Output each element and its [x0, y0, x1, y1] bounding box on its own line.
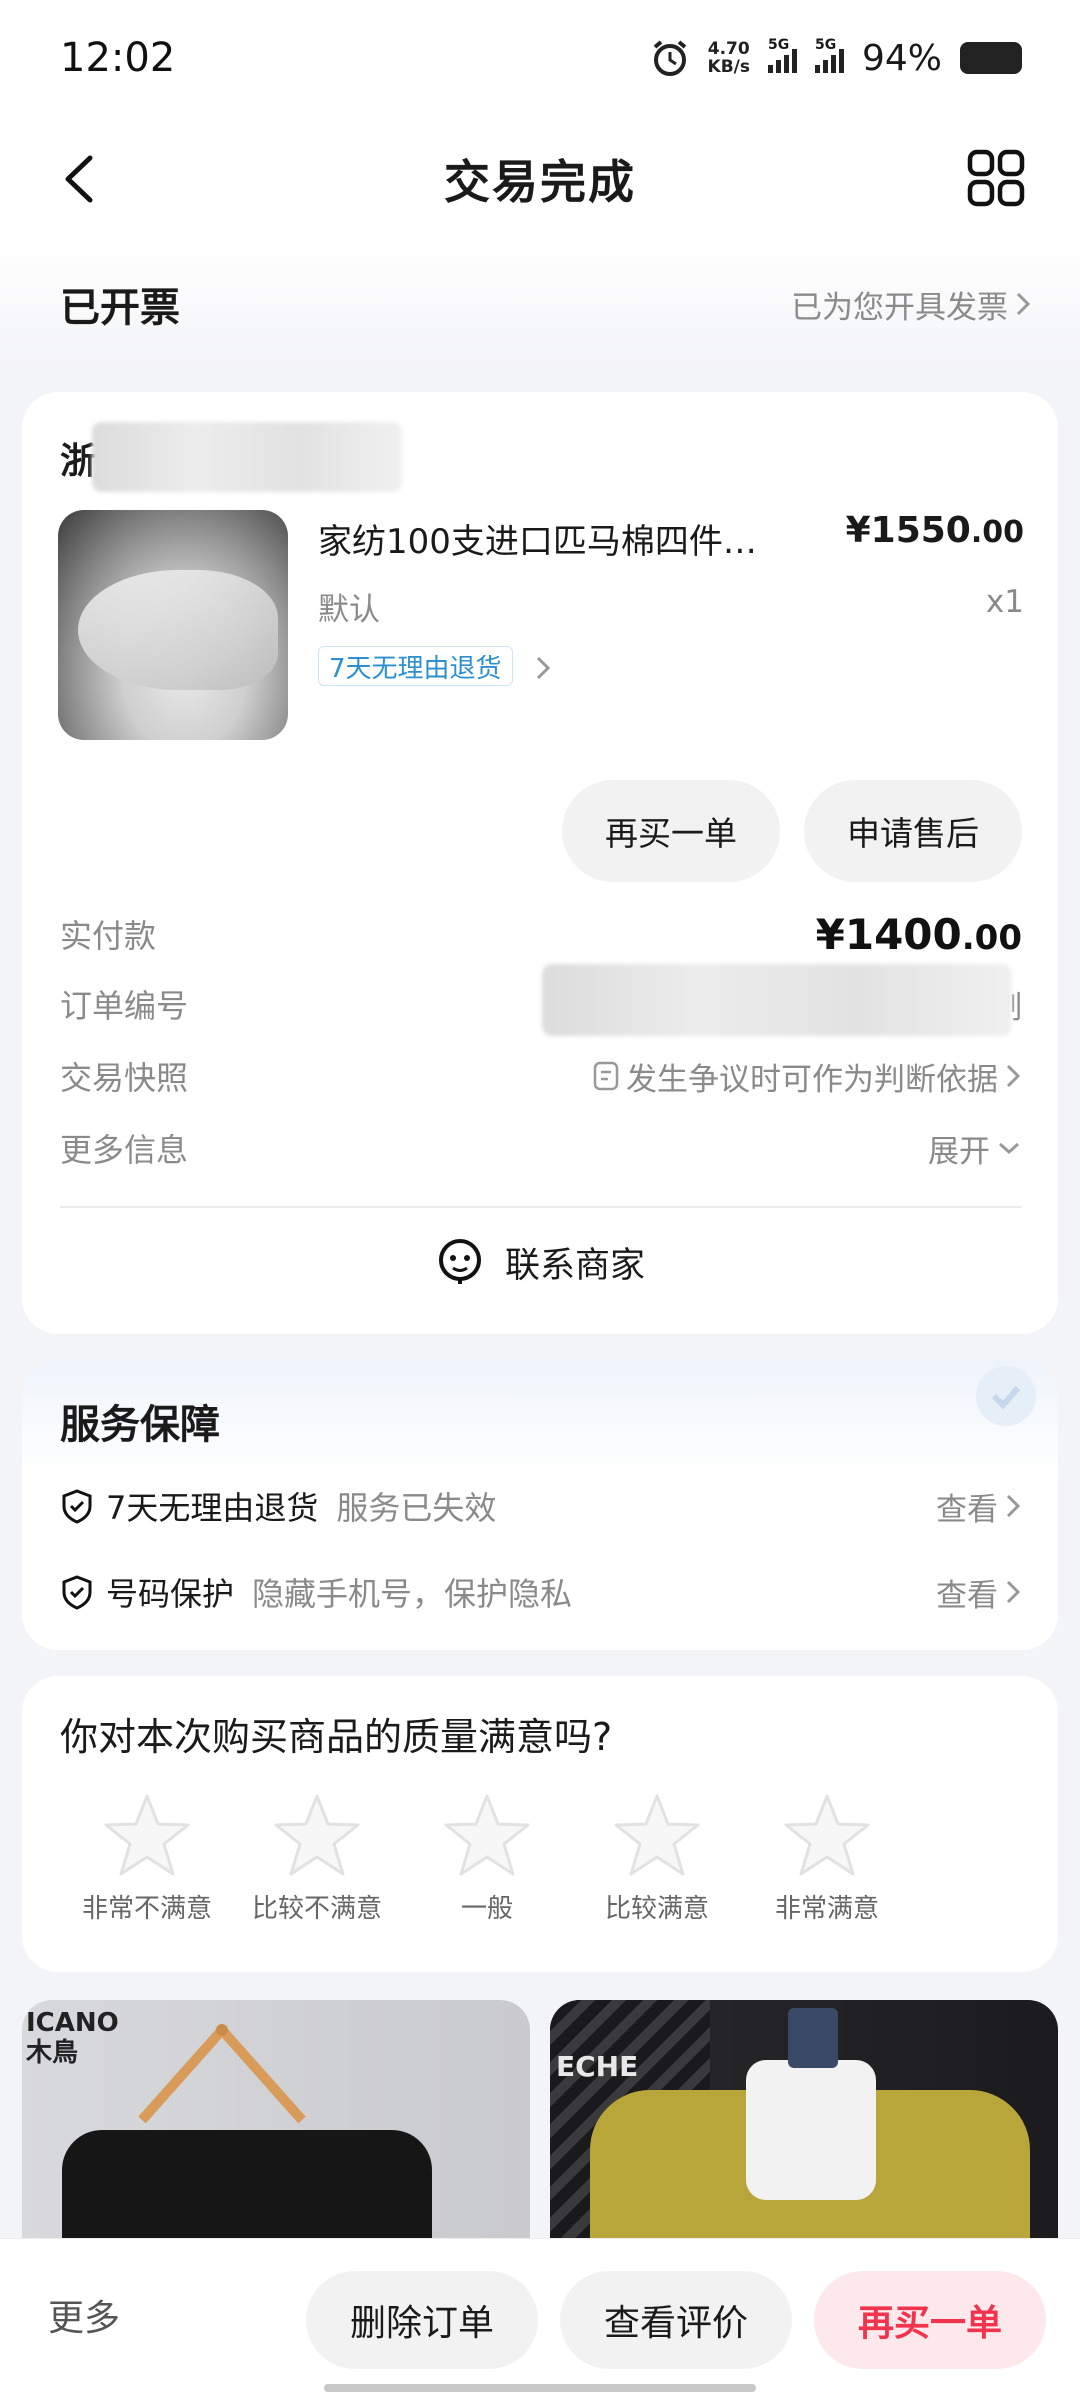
- invoice-status: 已开票: [60, 285, 180, 331]
- divider: [60, 1206, 1022, 1208]
- alarm-icon: [653, 40, 686, 76]
- paid-amount: ¥1400.00: [815, 909, 1022, 959]
- product-price: ¥1550.00: [845, 510, 1024, 551]
- product-quantity: x1: [985, 584, 1024, 620]
- bottom-action-bar: 更多 删除订单 查看评价 再买一单: [0, 2238, 1080, 2400]
- service-guarantee-card: 服务保障 7天无理由退货 服务已失效 查看 号码保护 隐藏手机号，保护隐私 查看: [22, 1360, 1058, 1650]
- chevron-right-icon: [1006, 1494, 1021, 1518]
- invoice-link[interactable]: 已为您开具发票: [791, 282, 1032, 327]
- delete-order-button[interactable]: 删除订单: [306, 2271, 538, 2369]
- document-icon: [593, 1061, 619, 1091]
- rating-option-very-unsatisfied[interactable]: 非常不满意: [72, 1790, 222, 1925]
- more-button[interactable]: 更多: [48, 2289, 120, 2341]
- page-header: 交易完成: [0, 116, 1080, 242]
- home-indicator[interactable]: [324, 2384, 756, 2392]
- shield-icon: [62, 1575, 92, 1610]
- net-speed: 4.70 KB/s: [707, 39, 750, 77]
- customer-service-icon: [438, 1239, 481, 1284]
- paid-amount-row: 实付款 ¥1400.00: [60, 909, 1022, 959]
- star-icon: [104, 1794, 190, 1876]
- invoice-row[interactable]: 已开票 已为您开具发票: [0, 242, 1080, 366]
- product-image[interactable]: [58, 510, 288, 740]
- contact-seller-button[interactable]: 联系商家: [22, 1222, 1058, 1302]
- order-card: 浙 家纺100支进口匹马棉四件… ¥1550.00 默认 x1 7天无理由退货 …: [22, 392, 1058, 1334]
- grid-menu-icon[interactable]: [966, 148, 1026, 208]
- rating-option-neutral[interactable]: 一般: [412, 1790, 562, 1925]
- product-title[interactable]: 家纺100支进口匹马棉四件…: [318, 514, 838, 563]
- snapshot-row[interactable]: 交易快照 发生争议时可作为判断依据: [60, 1048, 1022, 1104]
- rebuy-button-bottom[interactable]: 再买一单: [814, 2271, 1046, 2369]
- back-arrow-icon[interactable]: [56, 154, 102, 204]
- rating-question: 你对本次购买商品的质量满意吗?: [60, 1715, 613, 1759]
- signal-icon: 5G: [767, 37, 797, 73]
- rebuy-button[interactable]: 再买一单: [562, 780, 780, 882]
- service-item-return[interactable]: 7天无理由退货 服务已失效 查看: [60, 1476, 1022, 1536]
- hanger-image: [138, 2024, 306, 2124]
- more-info-row[interactable]: 更多信息 展开: [60, 1120, 1022, 1176]
- signal-icon-2: 5G: [814, 37, 844, 73]
- star-icon: [444, 1794, 530, 1876]
- view-review-button[interactable]: 查看评价: [560, 2271, 792, 2369]
- service-item-privacy[interactable]: 号码保护 隐藏手机号，保护隐私 查看: [60, 1562, 1022, 1622]
- rating-option-unsatisfied[interactable]: 比较不满意: [242, 1790, 392, 1925]
- page-title: 交易完成: [444, 155, 636, 209]
- rating-option-very-satisfied[interactable]: 非常满意: [752, 1790, 902, 1925]
- rating-card: 你对本次购买商品的质量满意吗? 非常不满意 比较不满意 一般 比较满意 非常满意: [22, 1676, 1058, 1972]
- brand-logo: ICANO 木鳥: [26, 2008, 119, 2068]
- battery-icon: [960, 42, 1022, 74]
- return-policy-tag[interactable]: 7天无理由退货: [318, 646, 513, 686]
- order-number-redacted: [542, 964, 1012, 1036]
- star-icon: [274, 1794, 360, 1876]
- shop-name[interactable]: 浙: [60, 432, 96, 484]
- status-icons: 4.70 KB/s 5G 5G 94%: [650, 37, 1022, 79]
- service-title: 服务保障: [60, 1402, 220, 1448]
- shop-name-redacted: [92, 422, 402, 492]
- star-icon: [784, 1794, 870, 1876]
- shield-icon: [62, 1489, 92, 1524]
- chevron-right-icon: [1016, 292, 1031, 316]
- aftersale-button[interactable]: 申请售后: [804, 780, 1022, 882]
- rating-option-satisfied[interactable]: 比较满意: [582, 1790, 732, 1925]
- chevron-right-icon: [1006, 1580, 1021, 1604]
- status-time: 12:02: [60, 35, 176, 81]
- product-spec: 默认: [318, 592, 380, 628]
- chevron-right-icon: [536, 656, 551, 680]
- brand-logo: ECHE: [556, 2050, 639, 2083]
- shield-check-icon: [976, 1366, 1036, 1426]
- chevron-right-icon: [1006, 1064, 1021, 1088]
- chevron-down-icon: [999, 1142, 1019, 1155]
- star-icon: [614, 1794, 700, 1876]
- battery-percent: 94%: [861, 37, 942, 79]
- status-bar: 12:02 4.70 KB/s 5G 5G 94%: [0, 0, 1080, 116]
